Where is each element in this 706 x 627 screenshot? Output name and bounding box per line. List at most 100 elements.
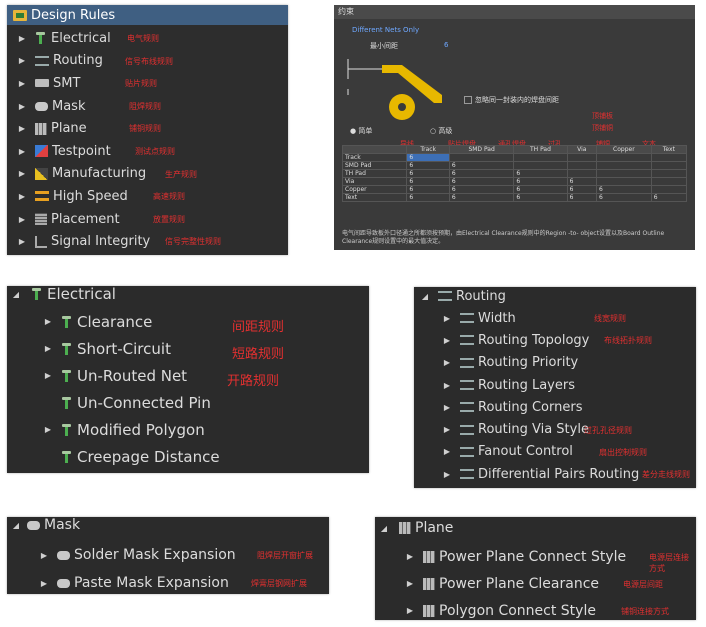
routing-header[interactable]: ◢ Routing (414, 287, 696, 305)
matrix-cell[interactable]: 6 (406, 161, 450, 170)
routing-rule-icon (460, 402, 474, 413)
mask-header[interactable]: ◢ Mask (7, 517, 329, 533)
matrix-cell[interactable]: 6 (406, 177, 450, 186)
clearance-dialog: 约束 Different Nets Only 最小间距 6 忽略同一封装内的焊盘… (334, 5, 695, 250)
col-header-text: Text (650, 145, 688, 154)
ignore-same-footprint-checkbox[interactable]: 忽略同一封装内的焊盘间距 (464, 95, 559, 105)
matrix-cell[interactable]: 6 (513, 185, 568, 194)
matrix-cell[interactable]: 6 (513, 169, 568, 178)
expand-arrow-icon[interactable]: ▶ (39, 551, 49, 560)
expand-arrow-icon[interactable]: ▶ (43, 425, 53, 434)
design-rule-item-signal-integrity[interactable]: ▶ Signal Integrity (7, 230, 288, 253)
matrix-cell[interactable]: 6 (448, 161, 515, 170)
expand-arrow-icon[interactable]: ▶ (405, 579, 415, 588)
expand-arrow-icon[interactable]: ▶ (43, 344, 53, 353)
design-rule-item-label: Testpoint (52, 143, 111, 159)
matrix-row: TH Pad 6 6 6 (341, 169, 688, 178)
matrix-cell[interactable]: 6 (566, 193, 598, 202)
matrix-cell[interactable]: 6 (406, 185, 450, 194)
mask-panel: ◢ Mask ▶ Solder Mask Expansion 阻焊层开窗扩展 ▶ Pas… (7, 517, 329, 594)
matrix-cell[interactable]: 6 (448, 193, 515, 202)
collapse-arrow-icon[interactable]: ◢ (420, 292, 430, 301)
routing-annotation: 差分走线规则 (642, 470, 690, 480)
matrix-cell[interactable]: 6 (650, 193, 688, 202)
mode-simple-radio[interactable]: ● 简单 (350, 126, 372, 136)
collapse-arrow-icon[interactable]: ◢ (11, 521, 21, 530)
design-rule-item-manufacturing[interactable]: ▶ Manufacturing (7, 163, 288, 186)
matrix-row-header: Copper (341, 185, 408, 194)
plane-header[interactable]: ◢ Plane (375, 519, 696, 537)
expand-arrow-icon[interactable]: ▶ (17, 147, 27, 156)
plane-item-power-plane-connect-style[interactable]: ▶ Power Plane Connect Style (375, 543, 696, 570)
expand-arrow-icon[interactable]: ▶ (442, 470, 452, 479)
electrical-rule-icon (61, 369, 73, 382)
ignore-checkbox-label: 忽略同一封装内的焊盘间距 (475, 96, 559, 104)
expand-arrow-icon[interactable]: ▶ (405, 606, 415, 615)
expand-arrow-icon[interactable]: ▶ (17, 124, 27, 133)
electrical-item-un-routed-net[interactable]: ▶ Un-Routed Net (7, 362, 369, 389)
electrical-item-clearance[interactable]: ▶ Clearance (7, 308, 369, 335)
routing-item-width[interactable]: ▶ Width (414, 307, 696, 329)
expand-arrow-icon[interactable]: ▶ (17, 102, 27, 111)
matrix-cell[interactable]: 6 (566, 177, 598, 186)
expand-arrow-icon[interactable]: ▶ (17, 215, 27, 224)
electrical-header[interactable]: ◢ Electrical (7, 286, 369, 303)
expand-arrow-icon[interactable]: ▶ (442, 358, 452, 367)
expand-arrow-icon[interactable]: ▶ (17, 56, 27, 65)
expand-arrow-icon[interactable]: ▶ (405, 552, 415, 561)
matrix-cell[interactable]: 6 (406, 169, 450, 178)
matrix-cell[interactable]: 6 (513, 177, 568, 186)
checkbox-box[interactable] (464, 96, 472, 104)
routing-rule-icon (460, 335, 474, 346)
electrical-item-label: Clearance (77, 312, 153, 331)
plane-rule-icon (35, 122, 47, 135)
routing-item-routing-priority[interactable]: ▶ Routing Priority (414, 352, 696, 374)
electrical-item-creepage-distance[interactable]: Creepage Distance (7, 443, 369, 470)
matrix-cell[interactable]: 6 (566, 185, 598, 194)
design-rule-item-label: Manufacturing (52, 166, 147, 182)
expand-arrow-icon[interactable]: ▶ (442, 381, 452, 390)
smt-rule-icon (35, 79, 49, 88)
matrix-cell[interactable]: 6 (406, 193, 450, 202)
electrical-item-modified-polygon[interactable]: ▶ Modified Polygon (7, 416, 369, 443)
expand-arrow-icon[interactable]: ▶ (442, 336, 452, 345)
matrix-cell[interactable]: 6 (448, 177, 515, 186)
electrical-item-short-circuit[interactable]: ▶ Short-Circuit (7, 335, 369, 362)
mode-advanced-radio[interactable]: ○ 高级 (430, 126, 452, 136)
collapse-arrow-icon[interactable]: ◢ (11, 290, 21, 299)
expand-arrow-icon[interactable]: ▶ (17, 79, 27, 88)
routing-annotation: 过孔孔径规则 (584, 425, 632, 435)
expand-arrow-icon[interactable]: ▶ (39, 579, 49, 588)
matrix-cell[interactable]: 6 (448, 169, 515, 178)
expand-arrow-icon[interactable]: ▶ (17, 192, 27, 201)
routing-item-routing-corners[interactable]: ▶ Routing Corners (414, 396, 696, 418)
expand-arrow-icon[interactable]: ▶ (442, 447, 452, 456)
expand-arrow-icon[interactable]: ▶ (43, 317, 53, 326)
expand-arrow-icon[interactable]: ▶ (17, 169, 27, 178)
expand-arrow-icon[interactable]: ▶ (442, 425, 452, 434)
design-rule-item-high-speed[interactable]: ▶ High Speed (7, 185, 288, 208)
matrix-cell[interactable]: 6 (448, 185, 515, 194)
matrix-cell[interactable]: 6 (513, 193, 568, 202)
matrix-cell[interactable]: 6 (596, 185, 652, 194)
design-rule-item-placement[interactable]: ▶ Placement (7, 208, 288, 231)
expand-arrow-icon[interactable]: ▶ (17, 34, 27, 43)
different-nets-only-select[interactable]: Different Nets Only (352, 26, 419, 34)
expand-arrow-icon[interactable]: ▶ (442, 314, 452, 323)
expand-arrow-icon[interactable]: ▶ (442, 403, 452, 412)
routing-item-routing-via-style[interactable]: ▶ Routing Via Style (414, 419, 696, 441)
matrix-cell[interactable]: 6 (596, 193, 652, 202)
collapse-arrow-icon[interactable]: ◢ (379, 524, 389, 533)
routing-item-routing-topology[interactable]: ▶ Routing Topology (414, 329, 696, 351)
electrical-rule-icon (61, 423, 73, 436)
electrical-item-un-connected-pin[interactable]: Un-Connected Pin (7, 389, 369, 416)
expand-arrow-icon[interactable]: ▶ (17, 237, 27, 246)
min-clearance-value[interactable]: 6 (444, 41, 448, 49)
design-rules-header[interactable]: Design Rules (7, 5, 288, 25)
matrix-cell[interactable]: 6 (406, 153, 450, 162)
routing-item-fanout-control[interactable]: ▶ Fanout Control (414, 441, 696, 463)
expand-arrow-icon[interactable]: ▶ (43, 371, 53, 380)
routing-item-routing-layers[interactable]: ▶ Routing Layers (414, 374, 696, 396)
electrical-rule-icon (61, 342, 73, 355)
manufacturing-rule-icon (35, 167, 48, 180)
